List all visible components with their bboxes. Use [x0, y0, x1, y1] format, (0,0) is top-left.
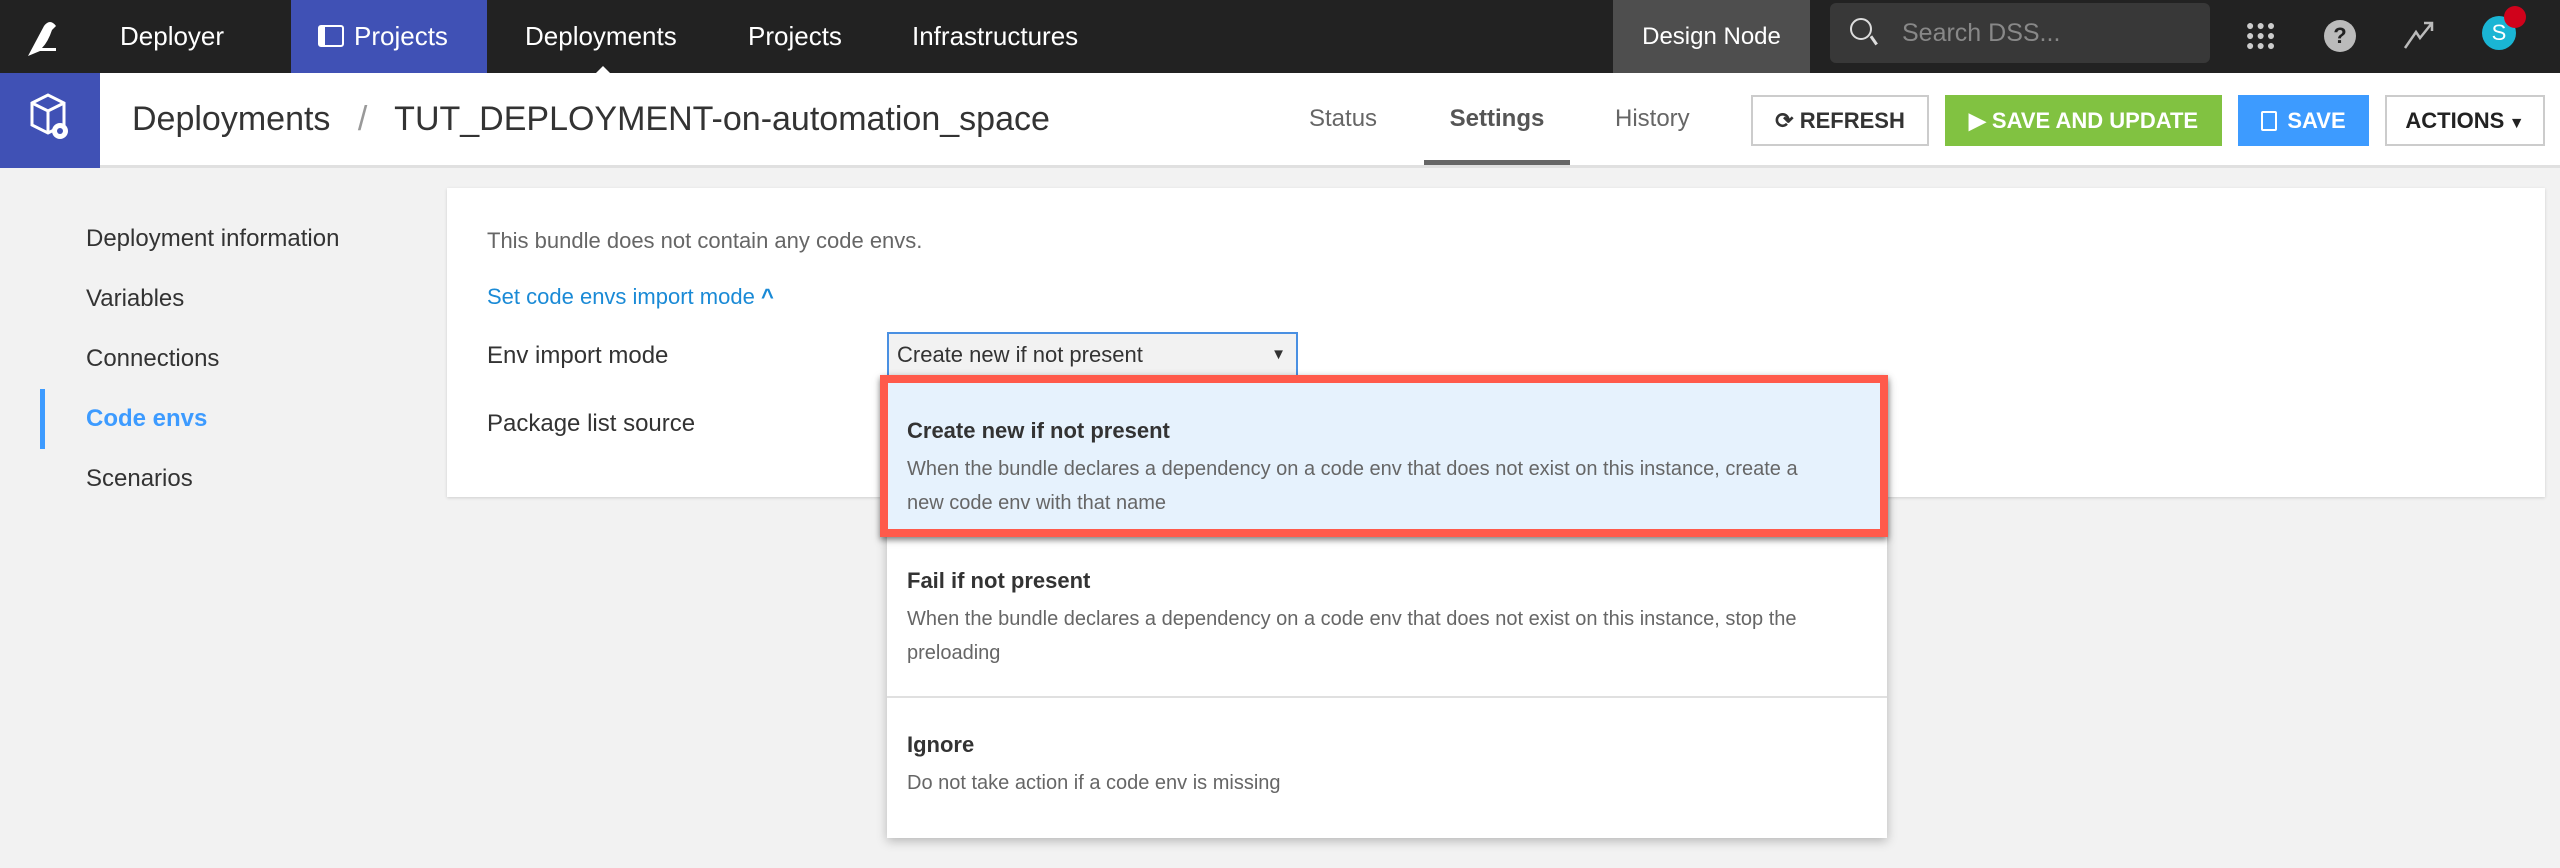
dataiku-bird-logo[interactable]: [22, 16, 64, 58]
nav-deployments[interactable]: Deployments: [525, 0, 677, 73]
highlight-box: [880, 375, 1888, 537]
tab-settings[interactable]: Settings: [1424, 73, 1570, 165]
env-import-mode-label: Env import mode: [487, 342, 669, 369]
app-name: Deployer: [120, 21, 225, 51]
trend-icon[interactable]: [2402, 18, 2436, 57]
tab-status[interactable]: Status: [1309, 73, 1377, 165]
sidebar-item-code-envs[interactable]: Code envs: [86, 405, 207, 433]
search-icon: [1850, 18, 1872, 40]
nav-infrastructures[interactable]: Infrastructures: [912, 0, 1078, 73]
import-mode-toggle-link[interactable]: Set code envs import mode ^: [487, 284, 774, 310]
save-button[interactable]: SAVE: [2238, 95, 2369, 146]
refresh-button[interactable]: ⟳ REFRESH: [1751, 95, 1929, 146]
env-import-mode-select[interactable]: Create new if not present ▼: [887, 332, 1298, 378]
deployment-icon: [0, 73, 100, 168]
apps-grid-icon[interactable]: ●●● ●●● ●●●: [2246, 18, 2278, 52]
breadcrumb-deployments[interactable]: Deployments: [132, 100, 330, 138]
sidebar-active-indicator: [40, 389, 45, 449]
page-title: TUT_DEPLOYMENT-on-automation_space: [394, 100, 1050, 138]
caret-down-icon: ▼: [2504, 115, 2525, 132]
top-navbar: Deployer Projects Deployments Projects I…: [0, 0, 2560, 73]
info-text: This bundle does not contain any code en…: [487, 228, 923, 253]
search-box[interactable]: Search DSS...: [1830, 3, 2210, 63]
sidebar-item-connections[interactable]: Connections: [86, 345, 219, 373]
actions-dropdown[interactable]: ACTIONS ▼: [2385, 95, 2545, 146]
page-header: Deployments / TUT_DEPLOYMENT-on-automati…: [0, 73, 2560, 168]
help-icon[interactable]: ?: [2324, 20, 2356, 52]
play-icon: ▶: [1968, 108, 1992, 133]
notification-badge: [2504, 6, 2526, 28]
caret-down-icon: ▼: [1271, 346, 1286, 363]
active-caret: [596, 66, 610, 73]
chevron-up-icon: ^: [760, 284, 774, 309]
floppy-icon: [2261, 111, 2278, 131]
refresh-icon: ⟳: [1775, 108, 1800, 133]
package-list-source-label: Package list source: [487, 410, 696, 437]
design-node-button[interactable]: Design Node: [1613, 0, 1810, 73]
breadcrumb: Deployments / TUT_DEPLOYMENT-on-automati…: [132, 100, 1050, 138]
save-and-update-button[interactable]: ▶ SAVE AND UPDATE: [1945, 95, 2222, 146]
projects-icon: [318, 25, 344, 47]
sidebar-item-variables[interactable]: Variables: [86, 285, 184, 313]
option-ignore[interactable]: Ignore Do not take action if a code env …: [887, 698, 1887, 838]
nav-projects-active[interactable]: Projects: [291, 0, 487, 73]
search-input[interactable]: Search DSS...: [1902, 3, 2060, 63]
tab-history[interactable]: History: [1615, 73, 1690, 165]
sidebar-item-scenarios[interactable]: Scenarios: [86, 465, 193, 493]
sidebar-item-deployment-information[interactable]: Deployment information: [86, 225, 339, 253]
nav-projects[interactable]: Projects: [748, 0, 842, 73]
option-fail-if-not-present[interactable]: Fail if not present When the bundle decl…: [887, 538, 1887, 698]
